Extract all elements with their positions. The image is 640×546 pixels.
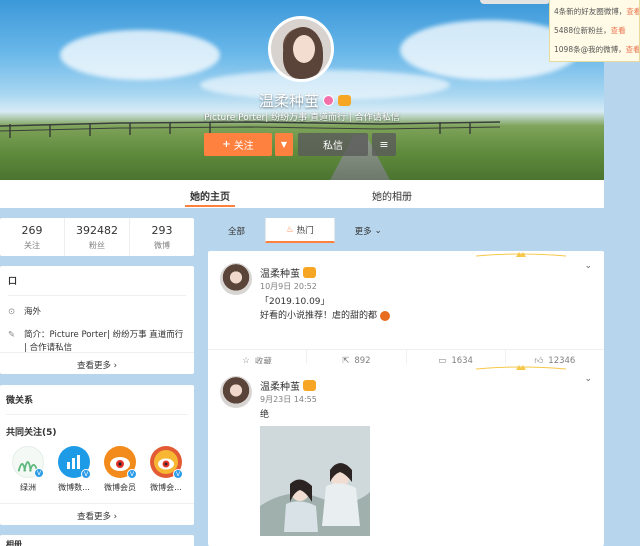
stat-following[interactable]: 269 关注 [0, 218, 65, 256]
notification-item[interactable]: 4条新的好友圈微博，查看 [554, 2, 639, 21]
chevron-right-icon: › [113, 361, 118, 371]
post-image[interactable] [260, 426, 370, 536]
stat-posts[interactable]: 293 微博 [130, 218, 194, 256]
chevron-right-icon: › [113, 512, 118, 522]
vip-badge-icon [303, 380, 316, 391]
relations-more-link[interactable]: 查看更多 › [0, 503, 194, 522]
vip-badge-icon[interactable] [338, 95, 351, 106]
profile-bio: Picture Porter| 纷纷万事 直道而行 | 合作请私信 [204, 113, 400, 123]
post-menu-chevron-icon[interactable]: ⌄ [584, 261, 592, 271]
message-button[interactable]: 私信 [298, 133, 368, 156]
info-more-link[interactable]: 查看更多 › [0, 352, 194, 371]
info-card: 口 ⊙ 海外 ✎ 简介：Picture Porter| 纷纷万事 直道而行 | … [0, 266, 194, 374]
vip-badge-icon [303, 267, 316, 278]
post-content: 「2019.10.09」 好看的小说推荐！虐的甜的都 [260, 295, 390, 323]
top-strip [480, 0, 550, 4]
post-author-avatar[interactable] [220, 376, 252, 408]
follow-label: 关注 [233, 141, 254, 152]
relations-card: 微关系 共同关注(5) V 绿洲 V 微博数... V 微博会员 V 微博会..… [0, 385, 194, 525]
post-content: 绝 [260, 410, 270, 420]
emoji-icon [379, 310, 390, 321]
common-follow-item[interactable]: V 绿洲 [8, 446, 48, 493]
filter-all[interactable]: 全部 [208, 218, 265, 243]
common-follow-item[interactable]: V 微博数... [54, 446, 94, 493]
common-follow-list: V 绿洲 V 微博数... V 微博会员 V 微博会... [6, 446, 188, 493]
flame-icon: ♨ [286, 224, 294, 235]
notification-item[interactable]: 5488位新粉丝，查看 [554, 21, 635, 40]
decoration-flourish-icon [476, 252, 566, 257]
follow-dropdown-button[interactable]: ▼ [275, 133, 293, 156]
post-author-name[interactable]: 温柔种茧 [260, 378, 316, 393]
relations-title: 微关系 [6, 393, 188, 415]
notification-popup: 4条新的好友圈微博，查看 5488位新粉丝，查看 1098条@我的微博，查看 [549, 0, 640, 62]
caret-down-icon: ▼ [280, 140, 288, 149]
common-follow-title[interactable]: 共同关注(5) [6, 425, 188, 438]
common-follow-item[interactable]: V 微博会员 [100, 446, 140, 493]
feed-post: 温柔种茧 10月9日 20:52 「2019.10.09」 好看的小说推荐！虐的… [208, 251, 604, 371]
weibo-vip-avatar-icon: V [104, 446, 137, 479]
album-card: 相册 [0, 535, 194, 546]
post-author-avatar[interactable] [220, 263, 252, 295]
oasis-avatar-icon: V [12, 446, 44, 478]
feed-filter-bar: 全部 ♨ 热门 更多 ⌄ [208, 218, 604, 243]
info-title: 口 [8, 274, 186, 296]
location-row: ⊙ 海外 [8, 307, 42, 317]
hamburger-icon: ≡ [379, 138, 389, 151]
weibo-data-avatar-icon: V [58, 446, 91, 479]
decoration-flourish-icon [476, 365, 566, 370]
tab-album[interactable]: 她的相册 [372, 188, 412, 203]
tab-home[interactable]: 她的主页 [190, 188, 230, 203]
profile-tabbar: 她的主页 她的相册 [0, 180, 604, 208]
post-timestamp[interactable]: 10月9日 20:52 [260, 281, 317, 292]
chevron-down-icon: ⌄ [374, 225, 382, 236]
post-timestamp[interactable]: 9月23日 14:55 [260, 394, 317, 405]
profile-nickname: 温柔种茧 [240, 90, 370, 111]
nickname-text: 温柔种茧 [258, 92, 319, 110]
filter-more[interactable]: 更多 ⌄ [335, 218, 402, 243]
post-author-name[interactable]: 温柔种茧 [260, 265, 316, 280]
common-follow-item[interactable]: V 微博会... [146, 446, 186, 493]
location-pin-icon: ⊙ [8, 307, 16, 317]
follow-button[interactable]: + 关注 [204, 133, 272, 156]
profile-avatar[interactable] [268, 16, 334, 82]
feed-post: 温柔种茧 9月23日 14:55 绝 ⌄ [208, 364, 604, 546]
plus-icon: + [222, 139, 231, 150]
female-badge-icon [323, 95, 334, 106]
stat-followers[interactable]: 392482 粉丝 [65, 218, 130, 256]
profile-stats: 269 关注 392482 粉丝 293 微博 [0, 218, 194, 256]
notification-item[interactable]: 1098条@我的微博，查看 [554, 40, 639, 59]
post-menu-chevron-icon[interactable]: ⌄ [584, 374, 592, 384]
weibo-member-avatar-icon: V [150, 446, 183, 479]
active-tab-indicator [185, 205, 235, 207]
filter-hot[interactable]: ♨ 热门 [265, 218, 335, 243]
more-menu-button[interactable]: ≡ [372, 133, 396, 156]
